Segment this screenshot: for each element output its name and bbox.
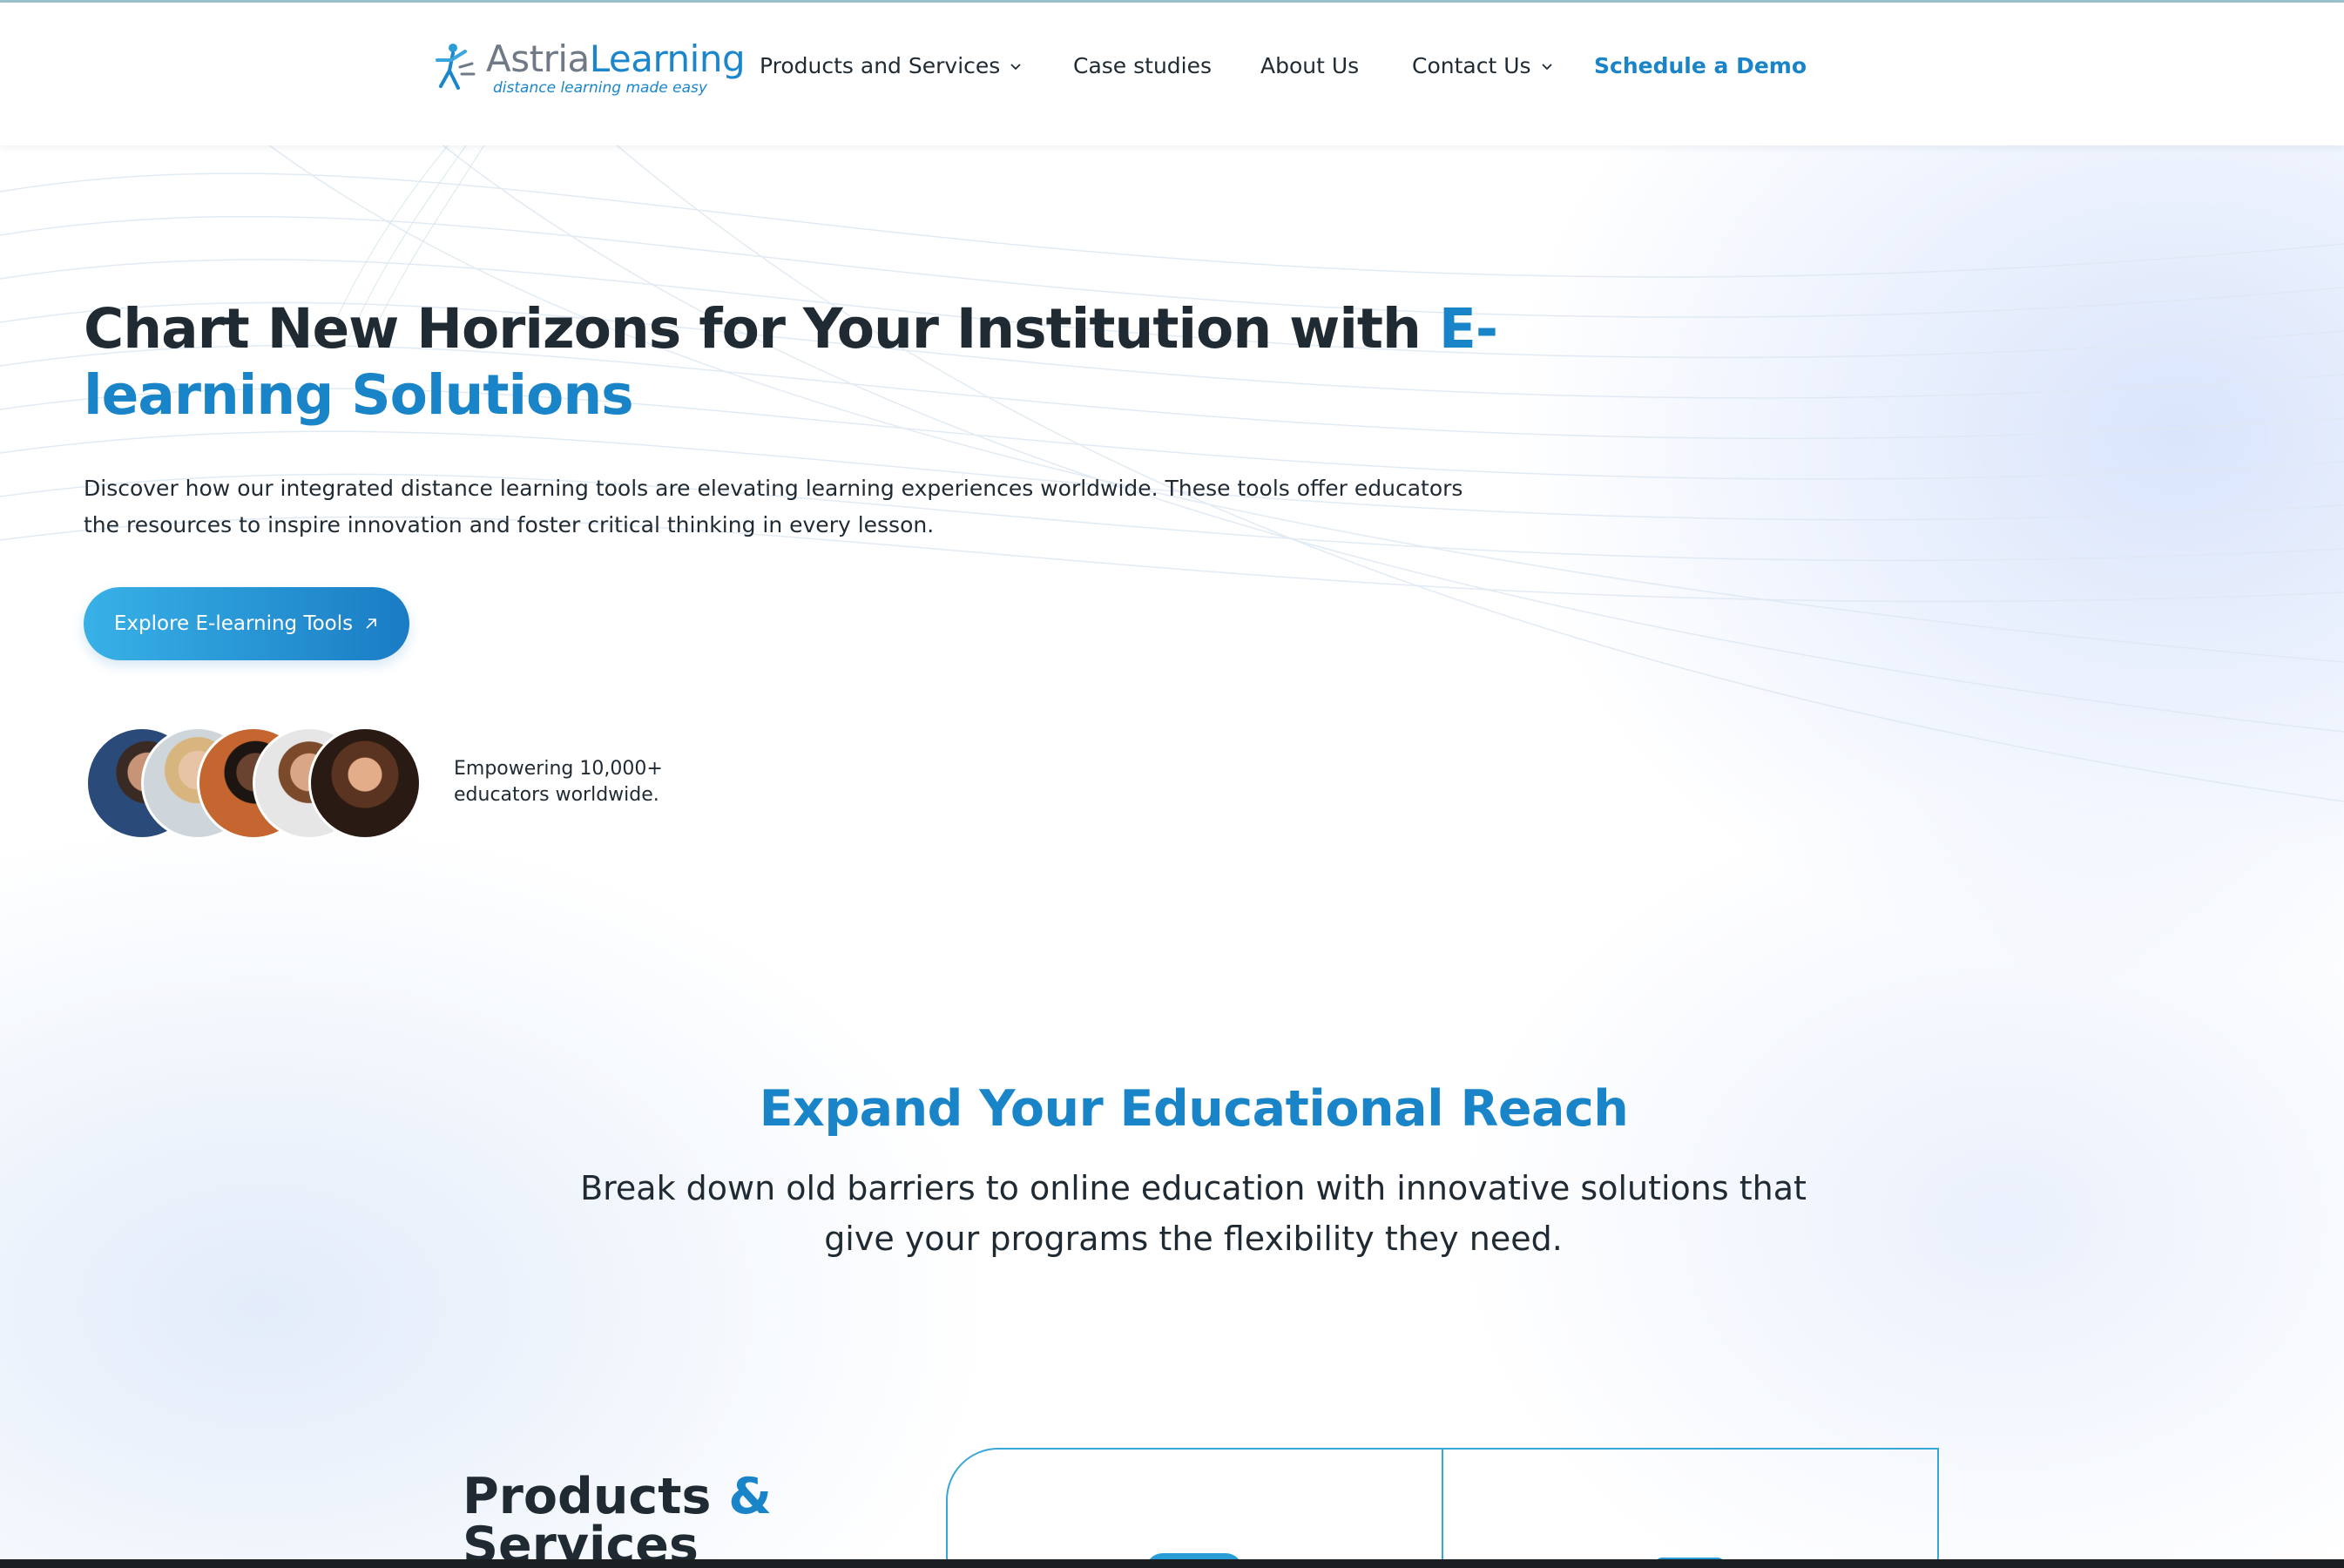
logo-tagline: distance learning made easy bbox=[493, 79, 707, 97]
logo-name-part1: Astria bbox=[486, 37, 590, 80]
window-bottom-edge bbox=[0, 1559, 2344, 1568]
hero-title: Chart New Horizons for Your Institution … bbox=[84, 296, 1582, 429]
products-card-divider bbox=[1442, 1448, 1443, 1568]
arrow-up-right-icon bbox=[366, 618, 376, 629]
reach-title: Expand Your Educational Reach bbox=[759, 1080, 1629, 1138]
nav-label: About Us bbox=[1260, 53, 1360, 78]
products-title: Products & Services bbox=[463, 1472, 898, 1568]
nav-label: Contact Us bbox=[1412, 53, 1531, 78]
nav-products-and-services[interactable]: Products and Services bbox=[760, 53, 1023, 78]
nav-contact-us[interactable]: Contact Us bbox=[1412, 53, 1554, 78]
schedule-demo-link[interactable]: Schedule a Demo bbox=[1594, 53, 1807, 78]
reach-subtitle: Break down old barriers to online educat… bbox=[580, 1169, 1807, 1258]
chevron-down-icon bbox=[1541, 63, 1552, 70]
social-proof-text: Empowering 10,000+ educators worldwide. bbox=[454, 758, 663, 806]
page: AstriaLearning distance learning made ea… bbox=[0, 0, 2344, 1568]
nav-case-studies[interactable]: Case studies bbox=[1073, 53, 1212, 78]
products-title-amp: & bbox=[728, 1468, 772, 1525]
background-wave-lines bbox=[0, 139, 2344, 802]
logo[interactable]: AstriaLearning distance learning made ea… bbox=[434, 37, 746, 98]
hero-title-main: Chart New Horizons for Your Institution … bbox=[84, 297, 1439, 361]
chevron-down-icon bbox=[1010, 63, 1021, 70]
nav-label: Products and Services bbox=[760, 53, 1001, 78]
site-header: AstriaLearning distance learning made ea… bbox=[0, 3, 2344, 145]
nav-label: Case studies bbox=[1073, 53, 1213, 78]
hero-description: Discover how our integrated distance lea… bbox=[84, 476, 1463, 537]
button-label: Explore E-learning Tools bbox=[113, 612, 354, 635]
avatar bbox=[308, 727, 422, 840]
figure-logo-icon bbox=[436, 44, 476, 90]
nav-about-us[interactable]: About Us bbox=[1260, 53, 1359, 78]
logo-name-part2: Learning bbox=[589, 37, 746, 80]
educator-avatars bbox=[85, 727, 434, 841]
logo-wordmark: AstriaLearning bbox=[486, 37, 746, 80]
explore-elearning-tools-button[interactable]: Explore E-learning Tools bbox=[84, 587, 409, 660]
